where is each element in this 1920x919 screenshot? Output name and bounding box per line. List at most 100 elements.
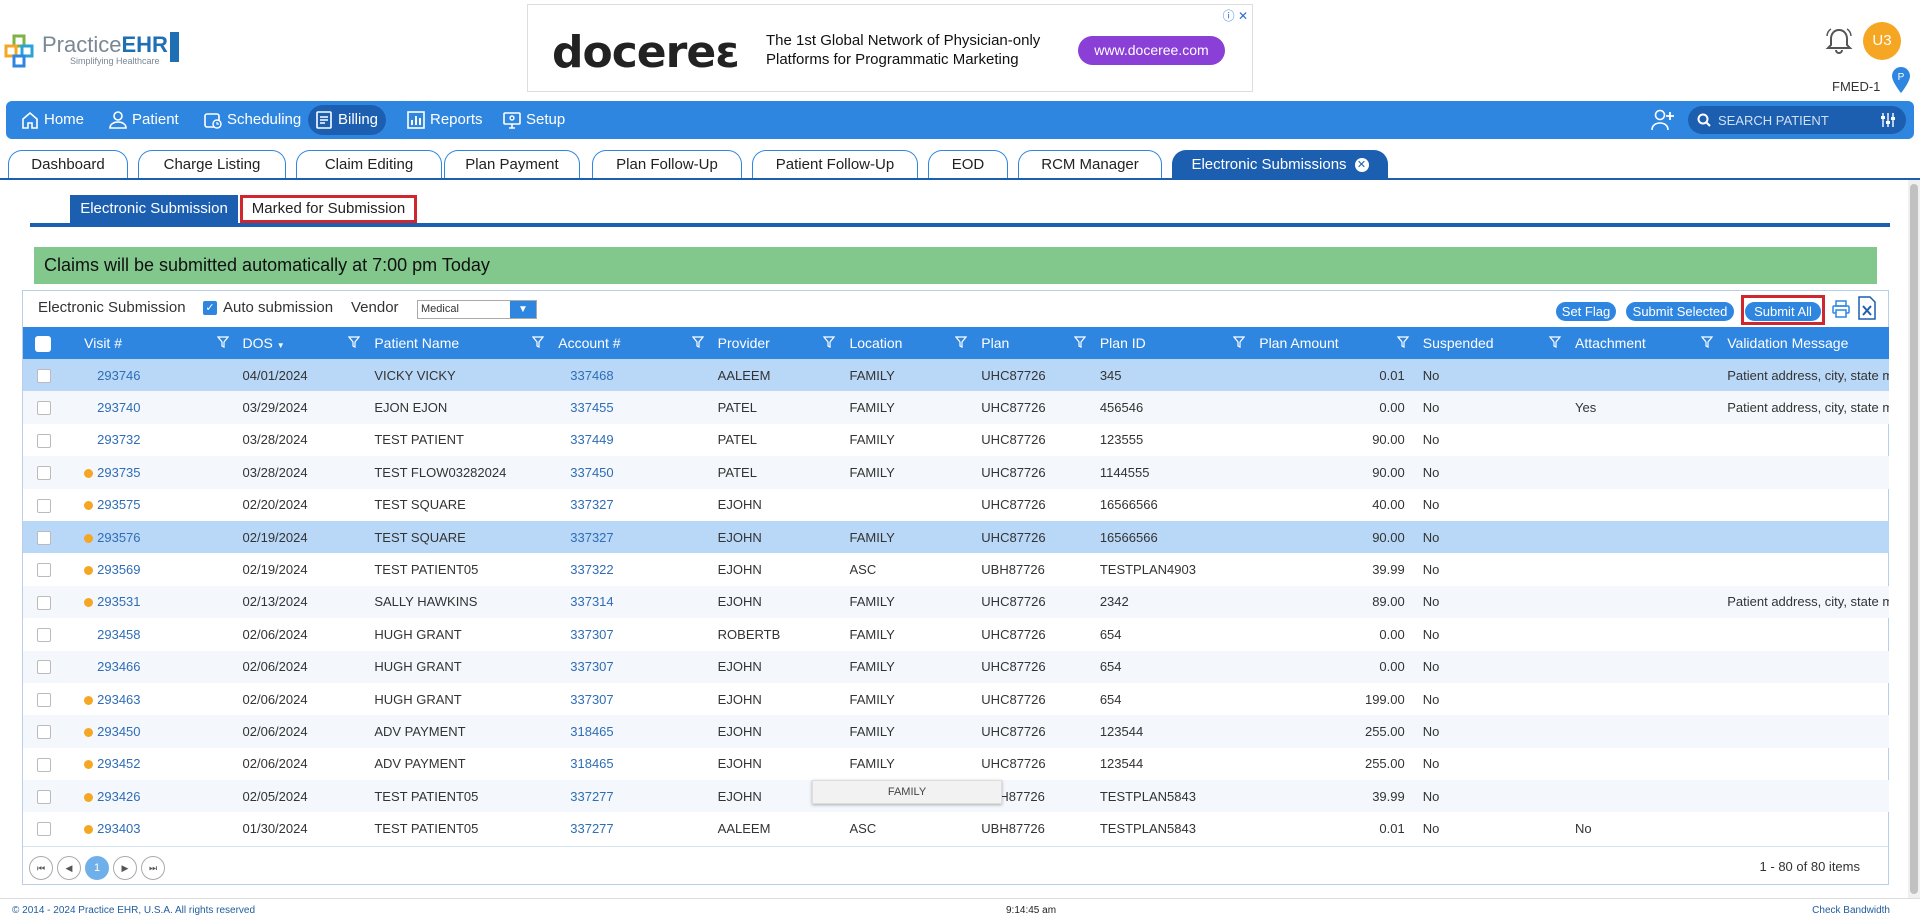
notification-bell-icon[interactable] (1824, 26, 1854, 56)
ad-link-button[interactable]: www.doceree.com (1078, 36, 1225, 65)
select-all-checkbox[interactable] (35, 335, 51, 352)
set-flag-button[interactable]: Set Flag (1556, 302, 1616, 321)
visit-link[interactable]: 293569 (97, 562, 140, 577)
cell-acct[interactable]: 337277 (550, 812, 709, 844)
table-row[interactable]: 293575 02/20/2024 TEST SQUARE 337327 EJOHN UH… (23, 489, 1889, 521)
select-all-header[interactable] (23, 327, 76, 359)
filter-icon[interactable] (691, 336, 704, 348)
facility-label[interactable]: FMED-1 (1832, 79, 1880, 94)
cell-acct[interactable]: 337468 (550, 359, 709, 391)
search-patient-input[interactable] (1718, 106, 1868, 134)
visit-link[interactable]: 293576 (97, 530, 140, 545)
col-location[interactable]: Location (841, 327, 973, 359)
cell-acct[interactable]: 337449 (550, 424, 709, 456)
nav-reports[interactable]: Reports (400, 105, 491, 135)
tab-plan-payment[interactable]: Plan Payment (444, 150, 580, 178)
col-patient-name[interactable]: Patient Name (366, 327, 550, 359)
account-link[interactable]: 337449 (570, 432, 613, 447)
table-row[interactable]: 293732 03/28/2024 TEST PATIENT 337449 PATEL F… (23, 424, 1889, 456)
cell-acct[interactable]: 337327 (550, 521, 709, 553)
visit-link[interactable]: 293452 (97, 756, 140, 771)
user-avatar[interactable]: U3 (1863, 22, 1901, 60)
visit-link[interactable]: 293746 (97, 368, 140, 383)
col-account[interactable]: Account # (550, 327, 709, 359)
row-select-cell[interactable] (23, 715, 76, 747)
filter-icon[interactable] (216, 336, 229, 348)
cell-visit[interactable]: 293740 (76, 391, 234, 423)
account-link[interactable]: 318465 (570, 756, 613, 771)
advanced-search-icon[interactable] (1880, 113, 1896, 127)
row-checkbox[interactable] (37, 498, 51, 513)
visit-link[interactable]: 293458 (97, 627, 140, 642)
cell-acct[interactable]: 337314 (550, 586, 709, 618)
col-plan-id[interactable]: Plan ID (1092, 327, 1251, 359)
row-checkbox[interactable] (37, 692, 51, 707)
submit-selected-button[interactable]: Submit Selected (1626, 302, 1734, 321)
cell-visit[interactable]: 293569 (76, 553, 234, 585)
cell-visit[interactable]: 293531 (76, 586, 234, 618)
account-link[interactable]: 337277 (570, 821, 613, 836)
tab-patient-follow-up[interactable]: Patient Follow-Up (752, 150, 918, 178)
row-select-cell[interactable] (23, 424, 76, 456)
visit-link[interactable]: 293575 (97, 497, 140, 512)
row-checkbox[interactable] (37, 628, 51, 643)
row-checkbox[interactable] (37, 790, 51, 805)
table-row[interactable]: 293403 01/30/2024 TEST PATIENT05 337277 AALE… (23, 812, 1889, 844)
visit-link[interactable]: 293403 (97, 821, 140, 836)
visit-link[interactable]: 293463 (97, 692, 140, 707)
chevron-down-icon[interactable]: ▼ (510, 301, 536, 318)
col-dos[interactable]: DOS ▼ (235, 327, 367, 359)
tab-claim-editing[interactable]: Claim Editing (296, 150, 442, 178)
cell-acct[interactable]: 337450 (550, 456, 709, 488)
nav-billing[interactable]: Billing (308, 105, 387, 135)
filter-icon[interactable] (348, 336, 361, 348)
filter-icon[interactable] (1548, 336, 1561, 348)
row-select-cell[interactable] (23, 748, 76, 780)
subtab-marked-for-submission[interactable]: Marked for Submission (240, 195, 417, 223)
ad-close-icon[interactable]: ⓘ ✕ (1223, 7, 1248, 24)
scrollbar-thumb[interactable] (1910, 184, 1918, 894)
table-row[interactable]: 293463 02/06/2024 HUGH GRANT 337307 EJOHN FAM… (23, 683, 1889, 715)
table-row[interactable]: 293452 02/06/2024 ADV PAYMENT 318465 EJOHN FA… (23, 748, 1889, 780)
table-row[interactable]: 293458 02/06/2024 HUGH GRANT 337307 ROBERTB F… (23, 618, 1889, 650)
visit-link[interactable]: 293426 (97, 789, 140, 804)
cell-acct[interactable]: 337455 (550, 391, 709, 423)
cell-acct[interactable]: 337307 (550, 618, 709, 650)
row-select-cell[interactable] (23, 359, 76, 391)
cell-visit[interactable]: 293458 (76, 618, 234, 650)
cell-acct[interactable]: 337277 (550, 780, 709, 812)
col-plan[interactable]: Plan (973, 327, 1092, 359)
cell-visit[interactable]: 293450 (76, 715, 234, 747)
table-row[interactable]: 293569 02/19/2024 TEST PATIENT05 337322 EJOH… (23, 553, 1889, 585)
row-select-cell[interactable] (23, 683, 76, 715)
ad-banner[interactable]: docereε The 1st Global Network of Physic… (527, 4, 1253, 92)
cell-visit[interactable]: 293735 (76, 456, 234, 488)
account-link[interactable]: 337322 (570, 562, 613, 577)
row-select-cell[interactable] (23, 586, 76, 618)
visit-link[interactable]: 293531 (97, 594, 140, 609)
table-row[interactable]: 293576 02/19/2024 TEST SQUARE 337327 EJOHN FA… (23, 520, 1889, 554)
row-checkbox[interactable] (37, 433, 51, 448)
nav-patient[interactable]: Patient (102, 105, 187, 135)
row-checkbox[interactable] (37, 725, 51, 740)
cell-visit[interactable]: 293732 (76, 424, 234, 456)
filter-icon[interactable] (1233, 336, 1246, 348)
col-validation-message[interactable]: Validation Message (1719, 327, 1889, 359)
auto-submission-checkbox[interactable]: ✓ (203, 301, 217, 315)
page-number-button[interactable]: 1 (85, 856, 109, 880)
row-select-cell[interactable] (23, 521, 76, 553)
last-page-button[interactable]: ⏭ (141, 856, 165, 880)
filter-icon[interactable] (955, 336, 968, 348)
filter-icon[interactable] (823, 336, 836, 348)
visit-link[interactable]: 293732 (97, 432, 140, 447)
row-checkbox[interactable] (37, 368, 51, 383)
cell-visit[interactable]: 293452 (76, 748, 234, 780)
patient-search[interactable] (1688, 106, 1906, 134)
prev-page-button[interactable]: ◀ (57, 856, 81, 880)
cell-acct[interactable]: 337322 (550, 553, 709, 585)
table-row[interactable]: 293531 02/13/2024 SALLY HAWKINS 337314 EJOHN… (23, 585, 1889, 619)
row-checkbox[interactable] (37, 401, 51, 416)
account-link[interactable]: 337468 (570, 368, 613, 383)
cell-visit[interactable]: 293426 (76, 780, 234, 812)
cell-visit[interactable]: 293403 (76, 812, 234, 844)
